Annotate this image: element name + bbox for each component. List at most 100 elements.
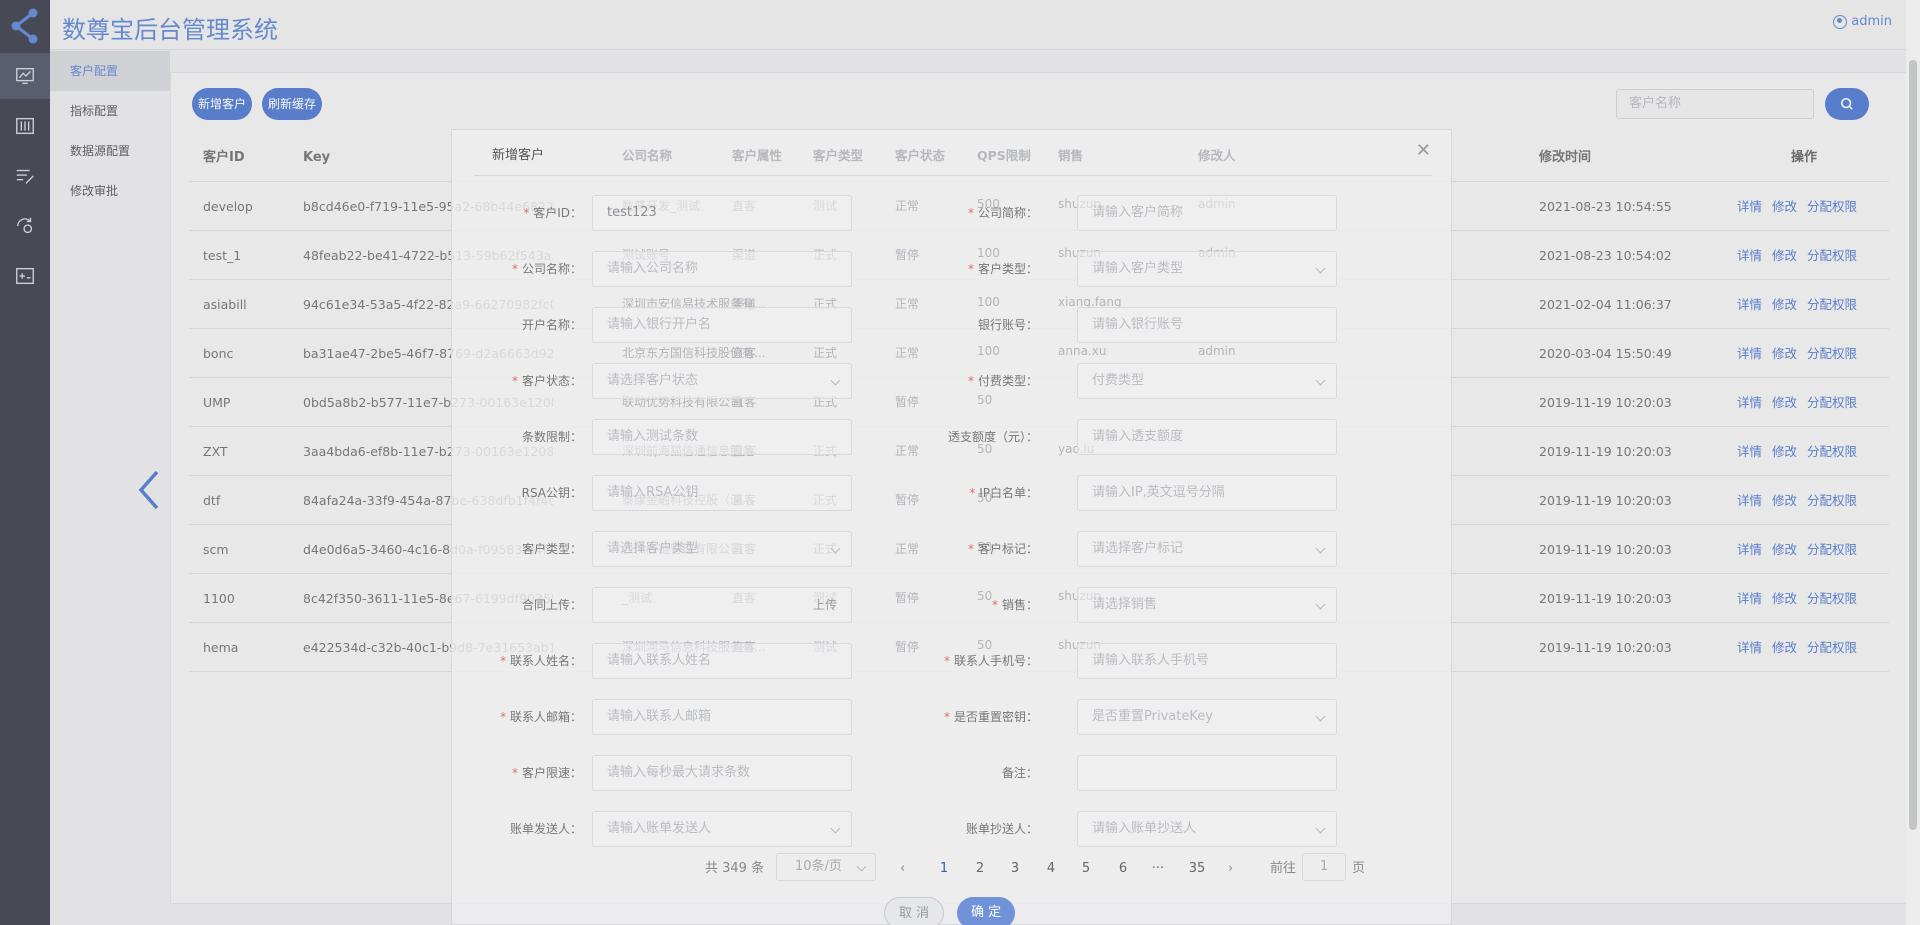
form-input[interactable]: 请输入IP,英文逗号分隔 bbox=[1077, 475, 1337, 511]
chevron-down-icon bbox=[1315, 263, 1326, 274]
ghost-cell: admin bbox=[1198, 344, 1236, 358]
form-label-text: 客户限速： bbox=[521, 766, 582, 780]
form-label: * 客户标记： bbox=[878, 531, 1038, 567]
form-label-text: 透支额度（元）： bbox=[947, 430, 1038, 444]
form-label: * 销售： bbox=[878, 587, 1038, 623]
page-number[interactable]: 1 bbox=[931, 856, 957, 882]
form-label: * IP白名单： bbox=[878, 475, 1038, 511]
form-input[interactable]: 请输入公司名称 bbox=[592, 251, 852, 287]
form-label-text: 联系人邮箱： bbox=[509, 710, 582, 724]
form-input-text: 请输入客户简称 bbox=[1092, 205, 1184, 220]
chevron-down-icon bbox=[1315, 711, 1326, 722]
form-label: 账单抄送人： bbox=[878, 811, 1038, 847]
form-label-text: 公司简称： bbox=[977, 206, 1038, 220]
form-label: 银行账号： bbox=[878, 307, 1038, 343]
chevron-down-icon bbox=[1315, 599, 1326, 610]
form-input-text: 请输入每秒最大请求条数 bbox=[607, 765, 751, 780]
confirm-button[interactable]: 确 定 bbox=[957, 897, 1016, 925]
form-input[interactable]: 请输入银行账号 bbox=[1077, 307, 1337, 343]
required-mark: * bbox=[967, 206, 974, 220]
form-label-text: 是否重置密钥： bbox=[953, 710, 1038, 724]
form-label-text: 银行账号： bbox=[977, 318, 1038, 332]
form-input-text: 请输入账单抄送人 bbox=[1092, 821, 1197, 836]
form-select[interactable]: 请选择客户状态 bbox=[592, 363, 852, 399]
ghost-cell: 正式 bbox=[813, 346, 838, 360]
page-number[interactable]: 4 bbox=[1038, 856, 1064, 882]
form-input-text: 是否重置PrivateKey bbox=[1092, 709, 1213, 724]
goto-input[interactable]: 1 bbox=[1302, 853, 1346, 881]
ghost-header: 销售 bbox=[1058, 148, 1084, 163]
required-mark: * bbox=[967, 542, 974, 556]
goto-label: 前往 bbox=[1270, 861, 1297, 876]
chevron-down-icon bbox=[830, 823, 841, 834]
close-icon[interactable]: ✕ bbox=[1416, 140, 1431, 161]
form-input-text: 请输入RSA公钥 bbox=[607, 485, 699, 500]
page-number[interactable]: 6 bbox=[1110, 856, 1136, 882]
form-input-text: 请输入账单发送人 bbox=[607, 821, 712, 836]
ghost-header: 客户状态 bbox=[895, 148, 946, 163]
form-label: 备注： bbox=[878, 755, 1038, 791]
form-input[interactable]: 请输入测试条数 bbox=[592, 419, 852, 455]
form-label: * 客户ID： bbox=[422, 195, 582, 231]
form-input[interactable]: 请输入联系人手机号 bbox=[1077, 643, 1337, 679]
required-mark: * bbox=[991, 598, 998, 612]
form-select[interactable]: 请输入客户类型 bbox=[1077, 251, 1337, 287]
form-input[interactable]: 请输入客户简称 bbox=[1077, 195, 1337, 231]
ghost-header: 客户类型 bbox=[813, 148, 864, 163]
required-mark: * bbox=[523, 206, 530, 220]
form-select[interactable]: 请输入账单发送人 bbox=[592, 811, 852, 847]
form-label-text: 付费类型： bbox=[977, 374, 1038, 388]
form-input-text: 请输入公司名称 bbox=[607, 261, 699, 276]
page-size-select[interactable]: 10条/页 bbox=[776, 853, 876, 881]
page-number[interactable]: 3 bbox=[1002, 856, 1028, 882]
form-input[interactable]: 上传 bbox=[592, 587, 852, 623]
scrollbar[interactable] bbox=[1906, 0, 1920, 925]
required-mark: * bbox=[943, 710, 950, 724]
page-number[interactable]: ··· bbox=[1145, 856, 1171, 882]
ghost-header: 修改人 bbox=[1198, 148, 1236, 163]
form-label-text: 合同上传： bbox=[521, 598, 582, 612]
form-input-text: 请输入透支额度 bbox=[1092, 429, 1184, 444]
form-select[interactable]: 请输入账单抄送人 bbox=[1077, 811, 1337, 847]
page-suffix: 页 bbox=[1352, 861, 1366, 876]
form-label-text: 公司名称： bbox=[521, 262, 582, 276]
chevron-down-icon bbox=[1315, 543, 1326, 554]
form-label: 开户名称： bbox=[422, 307, 582, 343]
next-page-button[interactable]: › bbox=[1228, 856, 1233, 882]
add-customer-dialog: 新增客户 ✕ 公司名称客户属性客户类型客户状态QPS限制销售修改人数尊开发_测试… bbox=[451, 129, 1452, 925]
page-number[interactable]: 35 bbox=[1181, 856, 1213, 882]
form-label-text: 联系人姓名： bbox=[509, 654, 582, 668]
form-select[interactable]: 是否重置PrivateKey bbox=[1077, 699, 1337, 735]
ghost-header: 客户属性 bbox=[732, 148, 783, 163]
chevron-down-icon bbox=[1315, 375, 1326, 386]
form-input[interactable] bbox=[1077, 755, 1337, 791]
ghost-cell: 直客 bbox=[732, 346, 757, 360]
form-input[interactable]: 请输入联系人邮箱 bbox=[592, 699, 852, 735]
form-input-text: 请输入银行账号 bbox=[1092, 317, 1184, 332]
form-label-text: 客户类型： bbox=[521, 542, 582, 556]
form-input[interactable]: 请输入每秒最大请求条数 bbox=[592, 755, 852, 791]
form-label: * 客户状态： bbox=[422, 363, 582, 399]
form-input-text: 请输入联系人姓名 bbox=[607, 653, 712, 668]
form-input-text: 请输入测试条数 bbox=[607, 429, 699, 444]
form-input[interactable]: test123 bbox=[592, 195, 852, 231]
form-label: 合同上传： bbox=[422, 587, 582, 623]
form-label-text: 客户类型： bbox=[977, 262, 1038, 276]
page-number[interactable]: 2 bbox=[967, 856, 993, 882]
form-input[interactable]: 请输入联系人姓名 bbox=[592, 643, 852, 679]
form-select[interactable]: 请选择客户标记 bbox=[1077, 531, 1337, 567]
form-input[interactable]: 请输入银行开户名 bbox=[592, 307, 852, 343]
scroll-thumb[interactable] bbox=[1909, 60, 1917, 830]
form-input[interactable]: 请输入透支额度 bbox=[1077, 419, 1337, 455]
prev-page-button[interactable]: ‹ bbox=[900, 856, 905, 882]
form-select[interactable]: 付费类型 bbox=[1077, 363, 1337, 399]
upload-button[interactable]: 上传 bbox=[813, 588, 837, 622]
form-input[interactable]: 请输入RSA公钥 bbox=[592, 475, 852, 511]
cancel-button[interactable]: 取 消 bbox=[884, 897, 945, 925]
form-select[interactable]: 请选择客户类型 bbox=[592, 531, 852, 567]
form-label-text: 客户ID： bbox=[533, 206, 582, 220]
form-select[interactable]: 请选择销售 bbox=[1077, 587, 1337, 623]
page-number[interactable]: 5 bbox=[1073, 856, 1099, 882]
chevron-down-icon bbox=[856, 861, 867, 872]
form-input-text: 请输入联系人邮箱 bbox=[607, 709, 712, 724]
